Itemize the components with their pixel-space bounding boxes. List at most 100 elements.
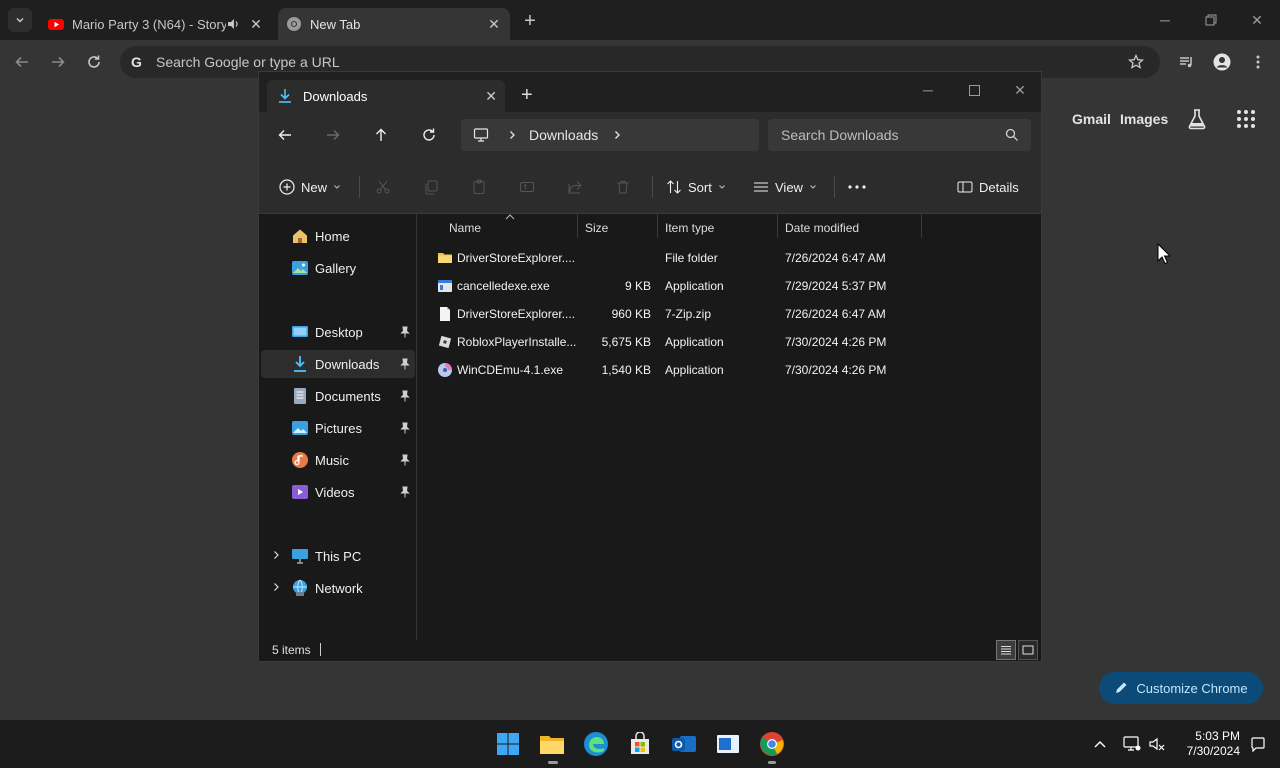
explorer-search-input[interactable]: Search Downloads: [768, 119, 1031, 151]
rename-button[interactable]: [516, 176, 538, 198]
nav-item-videos[interactable]: Videos: [261, 478, 415, 506]
customize-chrome-button[interactable]: Customize Chrome: [1099, 672, 1263, 704]
pin-icon[interactable]: [399, 390, 411, 402]
column-divider[interactable]: [921, 214, 922, 238]
images-link[interactable]: Images: [1120, 111, 1168, 127]
close-tab-icon[interactable]: ✕: [246, 14, 266, 34]
close-tab-icon[interactable]: ✕: [484, 14, 504, 34]
copy-button[interactable]: [420, 176, 442, 198]
taskbar-clock[interactable]: 5:03 PM 7/30/2024: [1178, 729, 1240, 759]
media-control-button[interactable]: [1174, 50, 1198, 74]
bookmark-star-button[interactable]: [1124, 50, 1148, 74]
chevron-right-icon[interactable]: [271, 582, 281, 592]
nav-item-documents[interactable]: Documents: [261, 382, 415, 410]
details-label: Details: [979, 179, 1019, 195]
explorer-back-button[interactable]: [271, 124, 299, 146]
column-divider[interactable]: [577, 214, 578, 238]
nav-label: Documents: [315, 388, 381, 404]
paste-button[interactable]: [468, 176, 490, 198]
file-row[interactable]: cancelledexe.exe 9 KB Application 7/29/2…: [417, 272, 1041, 300]
file-row[interactable]: DriverStoreExplorer.... File folder 7/26…: [417, 244, 1041, 272]
labs-button[interactable]: [1186, 108, 1208, 130]
profile-button[interactable]: [1210, 50, 1234, 74]
nav-item-music[interactable]: Music: [261, 446, 415, 474]
delete-button[interactable]: [612, 176, 634, 198]
taskbar-store[interactable]: [624, 728, 656, 760]
taskbar-outlook[interactable]: [668, 728, 700, 760]
chevron-right-icon[interactable]: [507, 130, 517, 140]
new-menu-button[interactable]: New: [279, 176, 341, 198]
download-icon: [294, 356, 306, 372]
file-name: cancelledexe.exe: [457, 279, 550, 293]
reload-button[interactable]: [82, 50, 106, 74]
pin-icon[interactable]: [399, 422, 411, 434]
back-button[interactable]: [10, 50, 34, 74]
view-menu-button[interactable]: View: [753, 176, 817, 198]
nav-item-home[interactable]: Home: [261, 222, 415, 250]
details-pane-button[interactable]: Details: [957, 176, 1019, 198]
pin-icon[interactable]: [399, 326, 411, 338]
status-bar: 5 items: [259, 640, 1041, 661]
column-divider[interactable]: [777, 214, 778, 238]
speaker-icon[interactable]: [226, 17, 240, 31]
show-hidden-icons-button[interactable]: [1086, 728, 1114, 760]
nav-item-network[interactable]: Network: [261, 574, 415, 602]
pin-icon[interactable]: [399, 358, 411, 370]
gmail-link[interactable]: Gmail: [1072, 111, 1111, 127]
explorer-new-tab-button[interactable]: +: [521, 84, 533, 107]
notification-center-button[interactable]: [1244, 728, 1272, 760]
volume-tray-button[interactable]: [1143, 728, 1171, 760]
explorer-up-button[interactable]: [367, 124, 395, 146]
column-header-date[interactable]: Date modified: [785, 214, 859, 242]
start-button[interactable]: [492, 728, 524, 760]
explorer-tab-downloads[interactable]: Downloads ✕: [267, 80, 505, 112]
taskbar-app[interactable]: [712, 728, 744, 760]
pin-icon[interactable]: [399, 454, 411, 466]
chrome-menu-button[interactable]: [1246, 50, 1270, 74]
breadcrumb-downloads[interactable]: Downloads: [529, 127, 598, 143]
google-apps-button[interactable]: [1236, 109, 1256, 129]
more-options-button[interactable]: [846, 176, 868, 198]
pin-icon[interactable]: [399, 486, 411, 498]
column-header-size[interactable]: Size: [585, 214, 608, 242]
column-divider[interactable]: [657, 214, 658, 238]
nav-item-desktop[interactable]: Desktop: [261, 318, 415, 346]
details-view-icon: [1001, 646, 1011, 655]
taskbar-edge[interactable]: [580, 728, 612, 760]
new-tab-button[interactable]: +: [518, 10, 542, 32]
tab-search-button[interactable]: [8, 8, 32, 32]
details-view-toggle[interactable]: [996, 640, 1016, 660]
nav-item-pictures[interactable]: Pictures: [261, 414, 415, 442]
file-row[interactable]: RobloxPlayerInstalle... 5,675 KB Applica…: [417, 328, 1041, 356]
explorer-close-button[interactable]: ✕: [997, 76, 1043, 104]
close-window-button[interactable]: ✕: [1234, 6, 1280, 34]
explorer-maximize-button[interactable]: [951, 76, 997, 104]
minimize-button[interactable]: ─: [1142, 6, 1188, 34]
taskbar-chrome[interactable]: [756, 728, 788, 760]
chevron-right-icon[interactable]: [271, 550, 281, 560]
taskbar-file-explorer[interactable]: [536, 728, 568, 760]
restore-button[interactable]: [1188, 6, 1234, 34]
column-header-type[interactable]: Item type: [665, 214, 714, 242]
network-tray-button[interactable]: [1118, 728, 1146, 760]
explorer-forward-button[interactable]: [319, 124, 347, 146]
cut-button[interactable]: [372, 176, 394, 198]
explorer-refresh-button[interactable]: [415, 124, 443, 146]
share-button[interactable]: [564, 176, 586, 198]
browser-tab-youtube[interactable]: Mario Party 3 (N64) - Story ✕: [40, 8, 272, 40]
address-breadcrumb[interactable]: Downloads: [461, 119, 759, 151]
close-tab-icon[interactable]: ✕: [485, 88, 497, 105]
file-row[interactable]: DriverStoreExplorer.... 960 KB 7-Zip.zip…: [417, 300, 1041, 328]
sort-menu-button[interactable]: Sort: [666, 176, 726, 198]
browser-tab-new-tab[interactable]: New Tab ✕: [278, 8, 510, 40]
thumbnail-view-toggle[interactable]: [1018, 640, 1038, 660]
explorer-minimize-button[interactable]: ─: [905, 76, 951, 104]
chevron-right-icon[interactable]: [612, 130, 622, 140]
nav-item-downloads[interactable]: Downloads: [261, 350, 415, 378]
nav-item-this-pc[interactable]: This PC: [261, 542, 415, 570]
column-header-name[interactable]: Name: [449, 214, 481, 242]
nav-item-gallery[interactable]: Gallery: [261, 254, 415, 282]
chevron-up-icon: [1094, 741, 1106, 748]
forward-button[interactable]: [46, 50, 70, 74]
file-row[interactable]: WinCDEmu-4.1.exe 1,540 KB Application 7/…: [417, 356, 1041, 384]
